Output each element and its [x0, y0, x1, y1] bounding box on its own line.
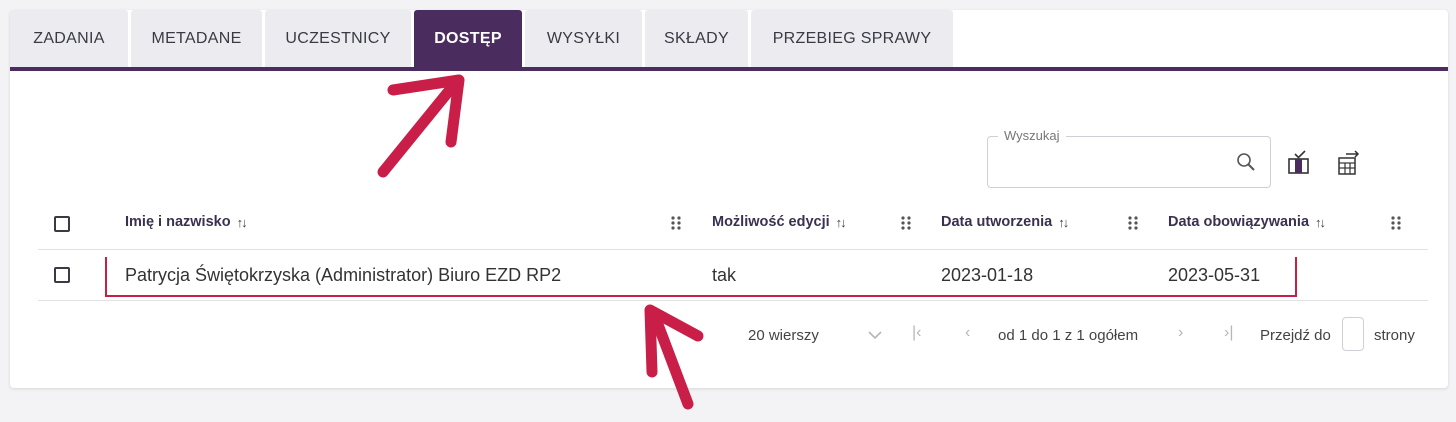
goto-suffix: strony — [1374, 326, 1415, 344]
prev-page-icon[interactable]: ‹ — [965, 324, 970, 342]
column-header-edit-label: Możliwość edycji — [712, 214, 830, 230]
goto-label: Przejdź do — [1260, 326, 1331, 344]
access-panel: ZADANIA METADANE UCZESTNICY DOSTĘP WYSYŁ… — [10, 10, 1448, 388]
tab-dostep[interactable]: DOSTĘP — [414, 10, 522, 67]
column-header-created[interactable]: Data utworzenia ↑↓ — [941, 195, 1069, 249]
export-table-icon[interactable] — [1336, 150, 1362, 176]
row-highlight-annotation — [105, 257, 1297, 297]
column-header-name[interactable]: Imię i nazwisko ↑↓ — [125, 195, 248, 249]
goto-page-input[interactable] — [1342, 317, 1364, 351]
sort-icon[interactable]: ↑↓ — [237, 215, 248, 230]
sort-icon[interactable]: ↑↓ — [1058, 215, 1069, 230]
tab-przebieg-sprawy[interactable]: PRZEBIEG SPRAWY — [751, 10, 953, 67]
drag-handle-icon[interactable] — [1127, 215, 1139, 231]
tab-uczestnicy[interactable]: UCZESTNICY — [265, 10, 411, 67]
column-header-name-label: Imię i nazwisko — [125, 214, 231, 230]
column-header-created-label: Data utworzenia — [941, 214, 1053, 230]
search-legend: Wyszukaj — [998, 128, 1066, 143]
first-page-icon[interactable]: |‹ — [912, 324, 921, 342]
tab-metadane[interactable]: METADANE — [131, 10, 262, 67]
tab-bar: ZADANIA METADANE UCZESTNICY DOSTĘP WYSYŁ… — [10, 10, 1448, 71]
select-all-checkbox[interactable] — [54, 216, 70, 232]
page-range-text: od 1 do 1 z 1 ogółem — [998, 326, 1139, 344]
column-header-edit[interactable]: Możliwość edycji ↑↓ — [712, 195, 847, 249]
drag-handle-icon[interactable] — [670, 215, 682, 231]
search-input[interactable]: Wyszukaj — [987, 128, 1271, 188]
tab-zadania[interactable]: ZADANIA — [10, 10, 128, 67]
column-header-valid-until-label: Data obowiązywania — [1168, 214, 1310, 230]
last-page-icon[interactable]: ›| — [1224, 324, 1233, 342]
column-header-valid-until[interactable]: Data obowiązywania ↑↓ — [1168, 195, 1326, 249]
table-header: Imię i nazwisko ↑↓ Możliwość edycji ↑↓ D… — [38, 195, 1428, 250]
tab-sklady[interactable]: SKŁADY — [645, 10, 748, 67]
column-chooser-icon[interactable] — [1286, 150, 1312, 176]
drag-handle-icon[interactable] — [1390, 215, 1402, 231]
sort-icon[interactable]: ↑↓ — [836, 215, 847, 230]
next-page-icon[interactable]: › — [1178, 324, 1183, 342]
row-checkbox[interactable] — [54, 267, 70, 283]
chevron-down-icon[interactable] — [866, 328, 884, 342]
search-icon[interactable] — [1236, 152, 1256, 172]
rows-per-page[interactable]: 20 wierszy — [748, 325, 819, 345]
drag-handle-icon[interactable] — [900, 215, 912, 231]
tab-wysylki[interactable]: WYSYŁKI — [525, 10, 642, 67]
sort-icon[interactable]: ↑↓ — [1315, 215, 1326, 230]
